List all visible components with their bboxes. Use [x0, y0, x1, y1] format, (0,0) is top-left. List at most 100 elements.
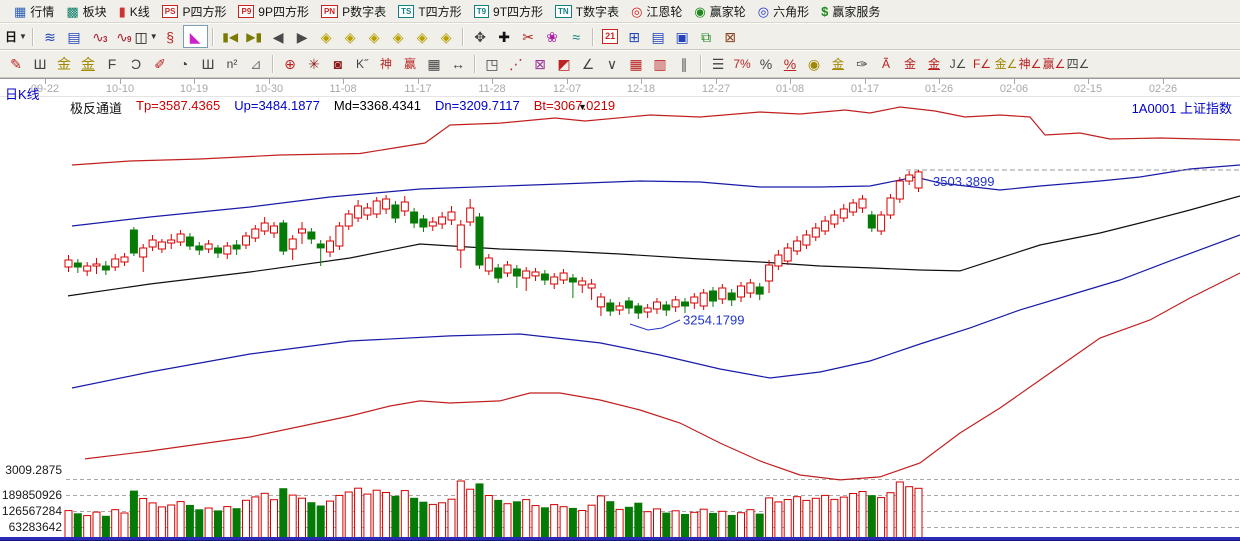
calendar-button[interactable]: 21: [599, 26, 622, 47]
candle-body: [868, 215, 875, 228]
ruler-tool-icon: Ш: [34, 57, 47, 71]
menu-item-hexagon[interactable]: ◎六角形: [752, 2, 815, 21]
long-ruler-tool[interactable]: Ш: [197, 54, 220, 75]
nine-line-button[interactable]: ∿9: [111, 26, 134, 47]
info-note-button[interactable]: ▤: [63, 26, 86, 47]
shrink-h-button[interactable]: ◈: [387, 26, 410, 47]
menu-item-t-table[interactable]: TNT数字表: [549, 2, 625, 21]
candle-body: [597, 297, 604, 307]
banker-view-button[interactable]: §: [159, 26, 182, 47]
percent-scale-tool[interactable]: ☰: [707, 54, 730, 75]
gold-base-tool[interactable]: 金: [923, 54, 946, 75]
menu-item-winner-service[interactable]: $赢家服务: [815, 2, 886, 21]
period-day-dropdown[interactable]: 日▼: [5, 26, 28, 47]
menu-item-label: 9P四方形: [258, 3, 309, 20]
gold-circle-tool[interactable]: ◉: [803, 54, 826, 75]
three-line-button[interactable]: ∿3: [87, 26, 110, 47]
target-circle-tool[interactable]: ⊕: [279, 54, 302, 75]
four-angle-tool[interactable]: 四∠: [1067, 54, 1090, 75]
arc-ruler-tool[interactable]: Ɔ: [125, 54, 148, 75]
gann-frame-tool[interactable]: ◳: [481, 54, 504, 75]
menu-item-quotes[interactable]: ▦行情: [8, 2, 60, 21]
next-page-button[interactable]: ▶: [291, 26, 314, 47]
erase-button[interactable]: ✂: [517, 26, 540, 47]
menu-item-gann-wheel[interactable]: ◎江恩轮: [625, 2, 688, 21]
mark-button[interactable]: ❀: [541, 26, 564, 47]
menu-item-p-square[interactable]: PSP四方形: [156, 2, 233, 21]
v-lines-tool[interactable]: ∨: [601, 54, 624, 75]
candle-style-dropdown[interactable]: ◫▼: [135, 26, 158, 47]
menu-item-winner-wheel[interactable]: ◉赢家轮: [688, 2, 751, 21]
indicator-palette-button[interactable]: ◣: [183, 25, 208, 48]
grid-123-tool[interactable]: ▦: [423, 54, 446, 75]
menu-item-9p-square[interactable]: P99P四方形: [232, 2, 314, 21]
expand-all-button[interactable]: ◈: [435, 26, 458, 47]
percent-7-tool[interactable]: 7%: [731, 54, 754, 75]
menu-item-kline[interactable]: ▮K线: [113, 2, 156, 21]
pen-tool[interactable]: ✎: [5, 54, 28, 75]
ray-fan-tool[interactable]: ⋰: [505, 54, 528, 75]
crosshair-button[interactable]: ✚: [493, 26, 516, 47]
angle-lines-tool[interactable]: ∠: [577, 54, 600, 75]
red-grid-2-tool[interactable]: ▥: [649, 54, 672, 75]
j-angle-tool[interactable]: J∠: [947, 54, 970, 75]
expand-h-button[interactable]: ◈: [363, 26, 386, 47]
t9-badge-icon: T9: [474, 5, 489, 18]
shift-right-button[interactable]: ◈: [339, 26, 362, 47]
width-arrows-tool[interactable]: ↔: [447, 54, 470, 75]
report-button[interactable]: ▤: [647, 26, 670, 47]
box-fan-tool[interactable]: ◩: [553, 54, 576, 75]
k-quote-tool[interactable]: K˝: [351, 54, 374, 75]
n2-ruler-tool[interactable]: n²: [221, 54, 244, 75]
send-button[interactable]: ⊠: [719, 26, 742, 47]
f-ruler-tool[interactable]: F: [101, 54, 124, 75]
pan-hand-button[interactable]: ✥: [469, 26, 492, 47]
gauge-ruler-tool[interactable]: ◔: [173, 54, 196, 75]
shift-left-button[interactable]: ◈: [315, 26, 338, 47]
ying-angle-tool[interactable]: 赢∠: [1043, 54, 1066, 75]
shen-ruler-tool[interactable]: 神: [375, 54, 398, 75]
shrink-all-button[interactable]: ◈: [411, 26, 434, 47]
star-burst-tool[interactable]: ✳: [303, 54, 326, 75]
a-wave-tool[interactable]: Ã: [875, 54, 898, 75]
box-rays-tool[interactable]: ⊠: [529, 54, 552, 75]
legend-collapse-arrow[interactable]: ▼: [578, 102, 587, 112]
volume-bar: [663, 513, 670, 540]
menu-item-t-square[interactable]: TST四方形: [392, 2, 468, 21]
window-bottom-border: [0, 537, 1240, 541]
ying-ruler-tool[interactable]: 赢: [399, 54, 422, 75]
first-page-button[interactable]: ▮◀: [219, 26, 242, 47]
volume-bar: [448, 499, 455, 540]
candle-body: [700, 293, 707, 306]
prev-page-button[interactable]: ◀: [267, 26, 290, 47]
overlay-chart-button[interactable]: ≋: [39, 26, 62, 47]
percent-tool[interactable]: %: [755, 54, 778, 75]
last-page-button[interactable]: ▶▮: [243, 26, 266, 47]
percent-ref-tool[interactable]: %: [779, 54, 802, 75]
gold-ruler-tool[interactable]: 金: [53, 54, 76, 75]
export-button[interactable]: ⧉: [695, 26, 718, 47]
parallel-lines-tool[interactable]: ∥: [673, 54, 696, 75]
gold-ruler-2-tool[interactable]: 金: [77, 54, 100, 75]
shen-angle-tool[interactable]: 神∠: [1019, 54, 1042, 75]
gold-wave-tool[interactable]: 金: [899, 54, 922, 75]
square-spiral-tool[interactable]: ◙: [327, 54, 350, 75]
menu-item-sectors[interactable]: ▩板块: [60, 2, 112, 21]
f-angle-tool[interactable]: F∠: [971, 54, 994, 75]
candle: [383, 195, 390, 214]
gold-angle-tool[interactable]: 金∠: [995, 54, 1018, 75]
gold-level-tool[interactable]: 金: [827, 54, 850, 75]
menu-item-p-table[interactable]: PNP数字表: [315, 2, 392, 21]
red-grid-tool[interactable]: ▦: [625, 54, 648, 75]
wave-button[interactable]: ≈: [565, 26, 588, 47]
flag-ruler-tool[interactable]: ⊿: [245, 54, 268, 75]
pen-1-tool[interactable]: ✑: [851, 54, 874, 75]
menu-item-9t-square[interactable]: T99T四方形: [468, 2, 549, 21]
candle: [429, 217, 436, 231]
ruler-tool[interactable]: Ш: [29, 54, 52, 75]
channel-lines-layer: [68, 107, 1240, 480]
save-button[interactable]: ▣: [671, 26, 694, 47]
main-chart-canvas[interactable]: 3503.38993254.1799: [0, 79, 1240, 541]
calculator-button[interactable]: ⊞: [623, 26, 646, 47]
red-pen-ruler-tool[interactable]: ✐: [149, 54, 172, 75]
